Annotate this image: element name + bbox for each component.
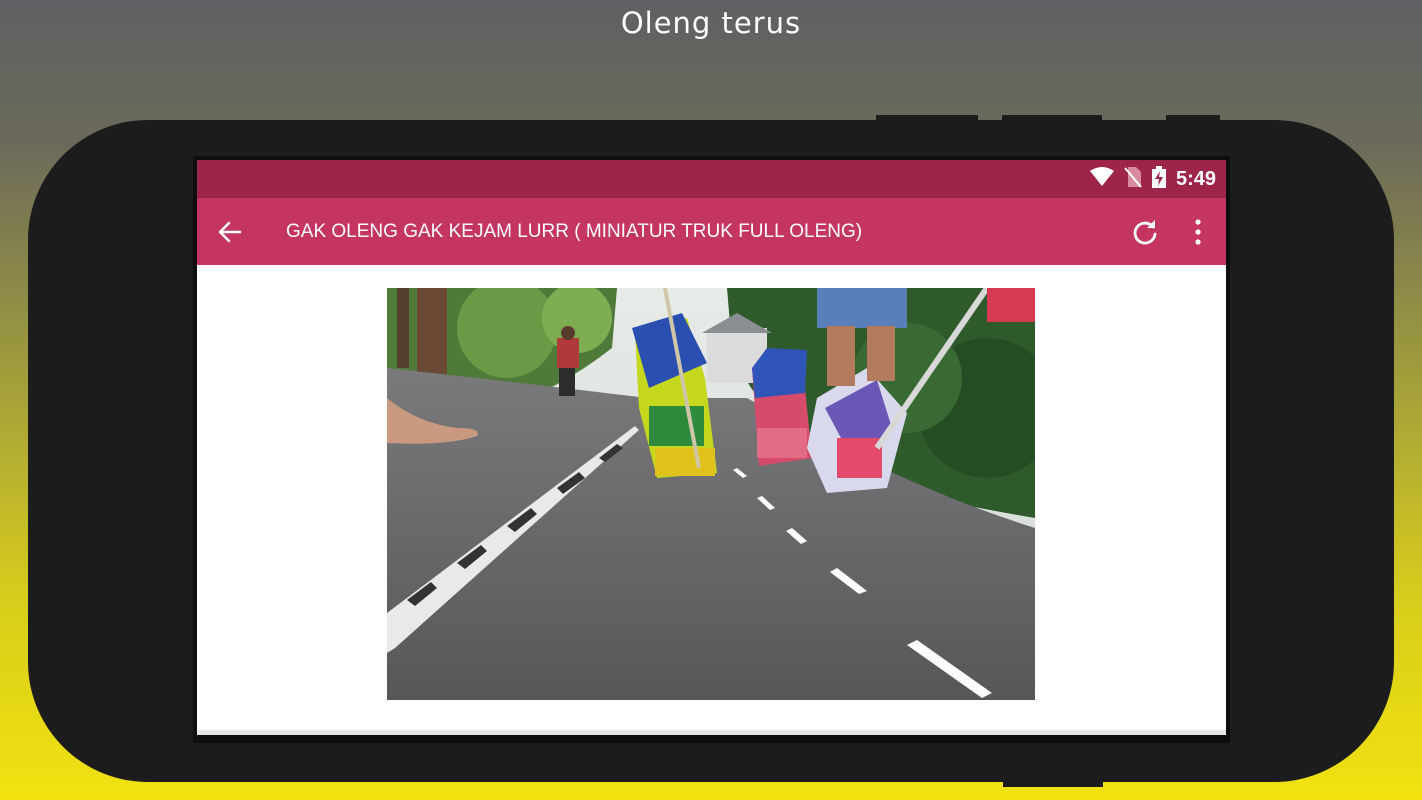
promo-caption: Oleng terus xyxy=(620,6,802,40)
app-bar: GAK OLENG GAK KEJAM LURR ( MINIATUR TRUK… xyxy=(197,198,1226,265)
battery-charging-icon xyxy=(1151,165,1166,193)
phone-button-top-1 xyxy=(876,115,978,123)
status-bar: 5:49 xyxy=(197,160,1226,198)
wifi-icon xyxy=(1089,166,1114,192)
phone-button-bottom xyxy=(1003,775,1103,787)
more-vert-icon[interactable] xyxy=(1186,217,1210,247)
refresh-icon[interactable] xyxy=(1130,217,1160,247)
back-arrow-icon[interactable] xyxy=(215,217,245,247)
phone-button-top-3 xyxy=(1166,115,1220,123)
phone-screen: 5:49 GAK OLENG GAK KEJAM LURR ( MINIATUR… xyxy=(193,156,1230,743)
video-title: GAK OLENG GAK KEJAM LURR ( MINIATUR TRUK… xyxy=(286,221,863,242)
phone-button-top-2 xyxy=(1002,115,1102,123)
content-divider xyxy=(197,730,1226,735)
video-thumbnail[interactable] xyxy=(387,288,1035,700)
no-sim-icon xyxy=(1124,166,1142,193)
video-content-area xyxy=(197,265,1226,735)
status-time: 5:49 xyxy=(1175,167,1216,190)
